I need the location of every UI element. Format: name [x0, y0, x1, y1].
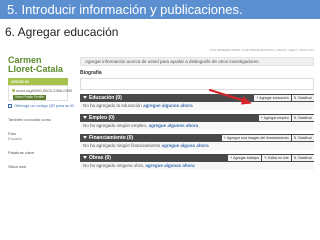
orcid-id-text: orcid.org/0000-0003-2366-0390 [16, 88, 73, 93]
profile-main: Agregar información acerca de usted para… [80, 57, 314, 170]
orcid-logo-icon [12, 89, 15, 93]
works-title: Obras (0) [89, 155, 111, 161]
education-title: Educación (0) [89, 95, 122, 101]
biography-field[interactable] [80, 78, 314, 90]
triangle-down-icon[interactable] [83, 96, 87, 100]
funding-empty-text: No ha agregado ningún financiamiento [83, 143, 161, 148]
qr-code-link[interactable]: Obtenga un código QR para su iD [8, 103, 75, 108]
plus-icon: + [256, 96, 259, 100]
triangle-down-icon[interactable] [83, 136, 87, 140]
also-known-as-label: También conocido como [8, 117, 52, 122]
bulk-edit-button[interactable]: ✎Editar en lote [262, 155, 291, 161]
pencil-icon: ✎ [264, 156, 268, 160]
qr-code-icon [8, 103, 12, 108]
orcid-id-header: ORCID ID [8, 78, 68, 85]
sort-education-label: Clasificar [297, 96, 312, 100]
country-value: España [8, 136, 22, 141]
profile-last-name: Lloret-Catala [8, 64, 64, 74]
triangle-down-icon[interactable] [83, 156, 87, 160]
employment-actions: +Agregar empleo ⇅Clasificar [258, 115, 314, 121]
view-public-profile-button[interactable]: View Public Profile [13, 95, 46, 100]
employment-section: Empleo (0) +Agregar empleo ⇅Clasificar N… [80, 114, 314, 130]
orcid-screenshot: FOR RESEARCHERS | FOR ORGANIZATIONS | AB… [0, 48, 320, 240]
sort-icon: ⇅ [293, 156, 297, 160]
works-add-link[interactable]: agregue algunas ahora [145, 163, 194, 168]
employment-header[interactable]: Empleo (0) +Agregar empleo ⇅Clasificar [80, 114, 314, 122]
plus-icon: + [223, 136, 226, 140]
sort-works-label: Clasificar [297, 156, 312, 160]
slide-banner: 5. Introducir información y publicacione… [0, 0, 320, 19]
employment-empty-text: No ha agregado ningún empleo, [83, 123, 148, 128]
orcid-id-box: orcid.org/0000-0003-2366-0390 View Publi… [8, 85, 72, 101]
education-empty-state: No ha agregado la educación agregue algu… [80, 102, 314, 110]
funding-header[interactable]: Financiamiento (0) +Agregue una imagen d… [80, 134, 314, 142]
sort-employment-label: Clasificar [297, 116, 312, 120]
sort-employment-button[interactable]: ⇅Clasificar [291, 115, 314, 121]
sort-icon: ⇅ [293, 136, 297, 140]
profile-sidebar: Carmen Lloret-Catala ORCID ID orcid.org/… [0, 56, 75, 240]
employment-add-link[interactable]: agregue algunos ahora [149, 123, 199, 128]
education-empty-text: No ha agregado la educación [83, 103, 142, 108]
add-employment-button[interactable]: +Agregar empleo [258, 115, 291, 121]
funding-title: Financiamiento (0) [89, 135, 134, 141]
works-section: Obras (0) +Agregar trabajos ✎Editar en l… [80, 154, 314, 170]
works-empty-state: No ha agregado ninguna obra, agregue alg… [80, 162, 314, 170]
bulk-edit-label: Editar en lote [268, 156, 289, 160]
education-header[interactable]: Educación (0) +Agregar educación ⇅Clasif… [80, 94, 314, 102]
funding-actions: +Agregue una imagen del financiamiento ⇅… [221, 135, 314, 141]
add-funding-label: Agregue una imagen del financiamiento [226, 136, 289, 140]
websites-label: Sitios web [8, 164, 27, 169]
employment-title: Empleo (0) [89, 115, 115, 121]
sort-works-button[interactable]: ⇅Clasificar [291, 155, 314, 161]
add-education-button[interactable]: +Agregar educación [254, 95, 291, 101]
plus-icon: + [260, 116, 263, 120]
plus-icon: + [230, 156, 233, 160]
sort-icon: ⇅ [293, 116, 297, 120]
works-empty-text: No ha agregado ninguna obra, [83, 163, 145, 168]
add-works-button[interactable]: +Agregar trabajos [228, 155, 262, 161]
intro-message: Agregar información acerca de usted para… [80, 57, 314, 66]
education-section: Educación (0) +Agregar educación ⇅Clasif… [80, 94, 314, 110]
add-employment-label: Agregar empleo [263, 116, 289, 120]
slide-subtitle: 6. Agregar educación [5, 25, 119, 39]
keywords-label: Palabras clave [8, 150, 35, 155]
add-education-label: Agregar educación [259, 96, 289, 100]
add-works-label: Agregar trabajos [233, 156, 260, 160]
employment-empty-state: No ha agregado ningún empleo, agregue al… [80, 122, 314, 130]
qr-code-label: Obtenga un código QR para su iD [14, 103, 75, 108]
sort-icon: ⇅ [293, 96, 297, 100]
education-actions: +Agregar educación ⇅Clasificar [254, 95, 314, 101]
top-navigation[interactable]: FOR RESEARCHERS | FOR ORGANIZATIONS | AB… [210, 48, 314, 52]
funding-empty-state: No ha agregado ningún financiamiento agr… [80, 142, 314, 150]
funding-add-link[interactable]: agregue alguno ahora [162, 143, 209, 148]
funding-section: Financiamiento (0) +Agregue una imagen d… [80, 134, 314, 150]
biography-label: Biografía [80, 70, 102, 76]
orcid-id-link[interactable]: orcid.org/0000-0003-2366-0390 [12, 88, 72, 93]
education-add-link[interactable]: agregue algunos ahora [143, 103, 193, 108]
sort-funding-label: Clasificar [297, 136, 312, 140]
sort-education-button[interactable]: ⇅Clasificar [291, 95, 314, 101]
triangle-down-icon[interactable] [83, 116, 87, 120]
works-header[interactable]: Obras (0) +Agregar trabajos ✎Editar en l… [80, 154, 314, 162]
works-actions: +Agregar trabajos ✎Editar en lote ⇅Clasi… [228, 155, 314, 161]
add-funding-button[interactable]: +Agregue una imagen del financiamiento [221, 135, 291, 141]
sort-funding-button[interactable]: ⇅Clasificar [291, 135, 314, 141]
